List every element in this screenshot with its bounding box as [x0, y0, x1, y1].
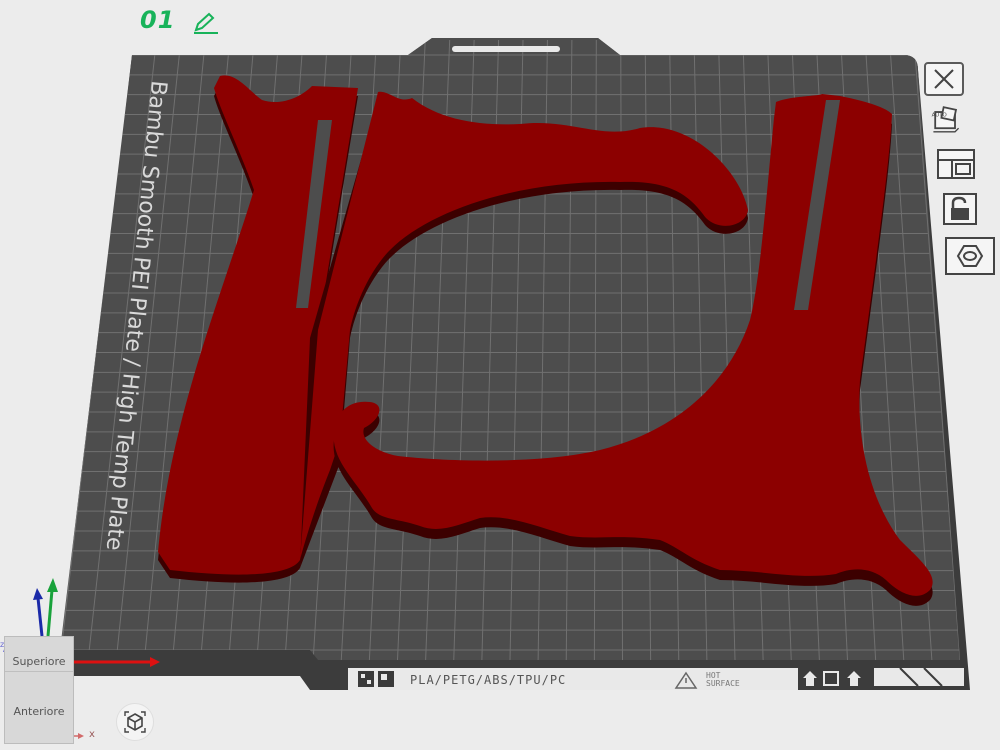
view-cube-front-face[interactable]: Anteriore	[5, 705, 73, 718]
auto-arrange-button[interactable]: AUTO	[928, 106, 964, 136]
x-axis-label: x	[89, 729, 95, 740]
materials-label: PLA/PETG/ABS/TPU/PC	[410, 673, 566, 687]
view-cube-edge	[5, 671, 73, 672]
auto-arrange-icon: AUTO	[932, 106, 960, 133]
settings-hex-icon	[945, 237, 995, 275]
plate-settings-icon	[937, 149, 975, 179]
close-icon	[934, 69, 954, 89]
fit-view-button[interactable]	[116, 703, 154, 741]
auto-label: AUTO	[932, 113, 947, 119]
lock-icon	[943, 193, 977, 225]
surface-label: SURFACE	[706, 679, 740, 688]
3d-viewport[interactable]: Bambu Smooth PEI Plate / High Temp Plate	[0, 0, 1000, 750]
view-cube[interactable]: Superiore Anteriore	[4, 636, 74, 744]
lock-plate-button[interactable]	[940, 192, 980, 226]
plate-options-button[interactable]	[944, 236, 996, 276]
view-cube-top-face[interactable]: Superiore	[5, 655, 73, 668]
z-axis-label: z	[0, 640, 5, 649]
plate-number[interactable]: 01	[140, 6, 175, 34]
plate-handle	[452, 46, 560, 52]
plate-settings-button[interactable]	[934, 148, 978, 180]
close-plate-button[interactable]	[924, 62, 964, 96]
edit-pencil-icon[interactable]	[192, 12, 220, 34]
view-cube-icon	[124, 711, 146, 733]
plate-notch	[874, 668, 964, 686]
